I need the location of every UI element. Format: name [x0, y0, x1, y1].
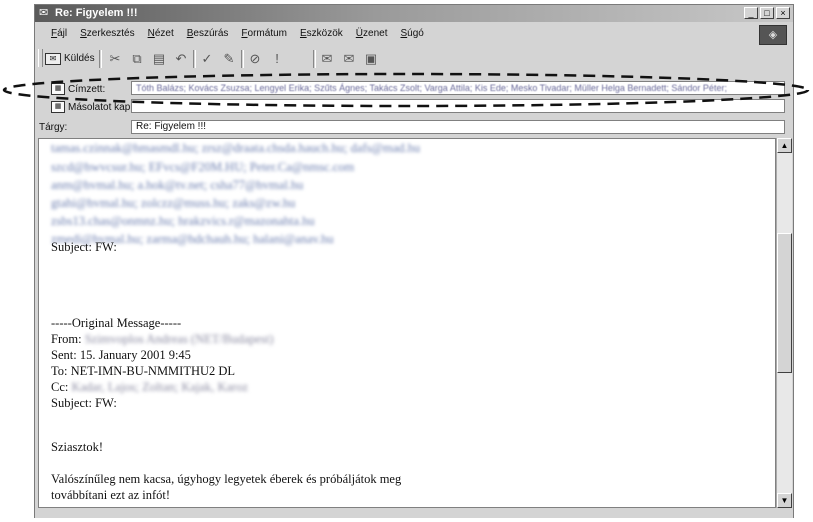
blurred-recipient-line: gtahi@hvmal.hu; zolczz@muss.hu; zaks@zw.…: [51, 196, 296, 210]
cut-icon[interactable]: ✂: [107, 51, 123, 67]
toolbar-separator: [241, 50, 244, 68]
menu-file[interactable]: Fájl: [51, 28, 67, 39]
greeting-line: Sziasztok!: [51, 440, 104, 454]
title-bar[interactable]: ✉ Re: Figyelem !!! _ □ ×: [35, 5, 793, 22]
toolbar-separator: [99, 50, 102, 68]
toolbar-separator: [313, 50, 316, 68]
subject-field[interactable]: Re: Figyelem !!!: [131, 120, 785, 134]
to-label[interactable]: Címzett:: [68, 84, 105, 95]
subject-row: Tárgy: Re: Figyelem !!!: [35, 119, 793, 136]
menu-format[interactable]: Formátum: [241, 28, 287, 39]
toolbar-grip[interactable]: [38, 49, 43, 67]
spelling-icon[interactable]: ✎: [221, 51, 237, 67]
scroll-down-button[interactable]: ▼: [777, 493, 792, 508]
to-row: ▦ Címzett: Tóth Balázs; Kovács Zsuzsa; L…: [35, 80, 793, 97]
check-names-icon[interactable]: ✓: [199, 51, 215, 67]
encrypt-icon[interactable]: ✉: [341, 51, 357, 67]
to-field[interactable]: Tóth Balázs; Kovács Zsuzsa; Lengyel Erik…: [131, 81, 785, 95]
cc-line-label: Cc:: [51, 380, 69, 394]
to-line: To: NET-IMN-BU-NMMITHU2 DL: [51, 364, 236, 378]
blurred-recipient-line: tamas.czinnak@hmasmdl.hu; zrsz@draata.ch…: [51, 141, 421, 155]
cc-label[interactable]: Másolatot kap:: [68, 102, 133, 113]
body-text-line: továbbítani ezt az infót!: [51, 488, 171, 502]
windows-logo-icon: ◈: [759, 25, 787, 45]
original-message-marker: -----Original Message-----: [51, 316, 182, 330]
sign-icon[interactable]: ✉: [319, 51, 335, 67]
blurred-recipient-line: zsbs13.chas@onmnz.hu; hrakzvics.r@mazona…: [51, 214, 315, 228]
subject-line: Subject: FW:: [51, 240, 117, 254]
compose-window: ✉ Re: Figyelem !!! _ □ × Fájl Szerkeszté…: [34, 4, 794, 518]
menu-insert[interactable]: Beszúrás: [187, 28, 229, 39]
paste-icon[interactable]: ▤: [151, 51, 167, 67]
cc-line: Cc: Kadar, Lajos; Zoltan; Kajak, Karoz: [51, 380, 248, 395]
scroll-up-button[interactable]: ▲: [777, 138, 792, 153]
minimize-button[interactable]: _: [744, 7, 758, 19]
menu-tools[interactable]: Eszközök: [300, 28, 343, 39]
menu-message[interactable]: Üzenet: [356, 28, 388, 39]
to-recipients: Tóth Balázs; Kovács Zsuzsa; Lengyel Erik…: [136, 83, 727, 93]
from-value: Szimvoplos Andreas (NET/Budapest): [84, 332, 274, 346]
scroll-thumb[interactable]: [777, 233, 792, 373]
copy-icon[interactable]: ⧉: [129, 51, 145, 67]
message-body[interactable]: tamas.czinnak@hmasmdl.hu; zrsz@draata.ch…: [38, 138, 776, 508]
from-line: From: Szimvoplos Andreas (NET/Budapest): [51, 332, 274, 347]
offline-icon[interactable]: ▣: [363, 51, 379, 67]
send-button[interactable]: ✉ Küldés: [45, 50, 95, 67]
undo-icon[interactable]: ↶: [173, 51, 189, 67]
window-title: Re: Figyelem !!!: [55, 7, 138, 19]
toolbar: ✉ Küldés ✂ ⧉ ▤ ↶ ✓ ✎ ⊘ ! ✉ ✉ ▣: [35, 46, 793, 72]
blurred-recipient-line: anm@hvmal.hu; a.hok@tv.net; csha77@hvmal…: [51, 178, 304, 192]
maximize-button[interactable]: □: [760, 7, 774, 19]
address-book-icon[interactable]: ▦: [51, 101, 65, 113]
close-button[interactable]: ×: [776, 7, 790, 19]
from-label: From:: [51, 332, 82, 346]
toolbar-separator: [193, 50, 196, 68]
menu-view[interactable]: Nézet: [148, 28, 174, 39]
cc-field[interactable]: [131, 99, 785, 113]
subject-label: Tárgy:: [39, 122, 68, 133]
priority-icon[interactable]: !: [269, 51, 285, 67]
envelope-icon: ✉: [39, 7, 49, 19]
send-label: Küldés: [64, 53, 95, 64]
blurred-recipient-line: szcd@hwvcsur.hu; EFvcs@F20M.HU; Peter.Ca…: [51, 160, 355, 174]
send-icon: ✉: [45, 52, 61, 65]
status-bar: [35, 510, 793, 518]
cc-row: ▦ Másolatot kap:: [35, 98, 793, 115]
menu-edit[interactable]: Szerkesztés: [80, 28, 134, 39]
attach-icon[interactable]: ⊘: [247, 51, 263, 67]
menu-help[interactable]: Súgó: [400, 28, 423, 39]
sent-line: Sent: 15. January 2001 9:45: [51, 348, 191, 362]
subject-line-2: Subject: FW:: [51, 396, 117, 410]
vertical-scrollbar[interactable]: ▲ ▼: [776, 138, 792, 508]
body-text-line: Valószínűleg nem kacsa, úgyhogy legyetek…: [51, 472, 402, 486]
address-book-icon[interactable]: ▦: [51, 83, 65, 95]
cc-line-value: Kadar, Lajos; Zoltan; Kajak, Karoz: [71, 380, 248, 394]
menu-bar: Fájl Szerkesztés Nézet Beszúrás Formátum…: [35, 24, 793, 45]
